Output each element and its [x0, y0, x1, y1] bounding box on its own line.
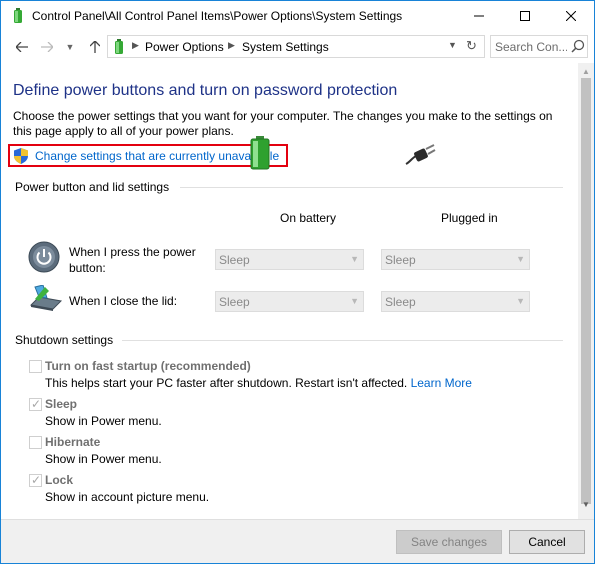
chevron-down-icon: ▼ [350, 254, 359, 264]
breadcrumb-power-options[interactable]: Power Options [145, 40, 224, 54]
power-options-window: Control Panel\All Control Panel Items\Po… [0, 0, 595, 564]
vertical-scrollbar[interactable]: ▲ ▼ [578, 63, 594, 519]
breadcrumb-system-settings[interactable]: System Settings [242, 40, 329, 54]
lid-on-battery-select[interactable]: Sleep ▼ [215, 291, 364, 312]
checkmark-icon: ✓ [31, 473, 42, 487]
footer-bar: Save changes Cancel [1, 519, 594, 563]
on-battery-header: On battery [280, 211, 337, 225]
window-title: Control Panel\All Control Panel Items\Po… [32, 9, 403, 23]
select-value: Sleep [385, 295, 416, 309]
maximize-icon [520, 11, 530, 21]
breadcrumb-separator-icon[interactable]: ▶ [132, 40, 139, 51]
scroll-up-icon[interactable]: ▲ [582, 67, 590, 76]
page-description: Choose the power settings that you want … [13, 109, 553, 138]
back-arrow-icon [16, 42, 28, 52]
chevron-down-icon: ▼ [516, 296, 525, 306]
power-button-plugged-in-select[interactable]: Sleep ▼ [381, 249, 530, 270]
checkmark-icon: ✓ [31, 397, 42, 411]
power-button-on-battery-select[interactable]: Sleep ▼ [215, 249, 364, 270]
back-button[interactable] [14, 39, 30, 55]
change-settings-link[interactable]: Change settings that are currently unava… [35, 149, 279, 163]
up-button[interactable] [87, 39, 103, 55]
power-options-icon [14, 8, 22, 23]
forward-arrow-icon [41, 42, 53, 52]
hibernate-description: Show in Power menu. [45, 452, 162, 466]
sleep-checkbox[interactable]: ✓ [29, 397, 42, 411]
cancel-button[interactable]: Cancel [509, 530, 585, 554]
battery-icon [250, 136, 270, 170]
plugged-in-header: Plugged in [441, 211, 498, 225]
power-options-icon [115, 39, 123, 54]
save-changes-button[interactable]: Save changes [396, 530, 502, 554]
select-value: Sleep [385, 253, 416, 267]
minimize-button[interactable] [456, 1, 502, 31]
sleep-label: Sleep [45, 397, 78, 411]
hibernate-checkbox[interactable] [29, 436, 42, 449]
main-content: Define power buttons and turn on passwor… [2, 63, 577, 519]
maximize-button[interactable] [502, 1, 548, 31]
minimize-icon [474, 15, 484, 17]
up-arrow-icon [90, 41, 100, 53]
lock-label: Lock [45, 473, 74, 487]
change-settings-highlight: Change settings that are currently unava… [8, 144, 288, 167]
shutdown-group-label: Shutdown settings [15, 333, 114, 347]
learn-more-link[interactable]: Learn More [411, 376, 472, 390]
chevron-down-icon: ▼ [516, 254, 525, 264]
scroll-down-icon[interactable]: ▼ [582, 500, 590, 509]
fast-startup-label: Turn on fast startup (recommended) [45, 359, 251, 373]
address-dropdown-icon[interactable]: ▼ [448, 40, 457, 50]
page-title: Define power buttons and turn on passwor… [13, 82, 398, 99]
scrollbar-thumb[interactable] [581, 78, 591, 504]
group-divider [122, 340, 563, 341]
recent-locations-button[interactable]: ▼ [62, 39, 78, 55]
laptop-lid-icon [29, 285, 63, 311]
address-box[interactable]: ▶ Power Options ▶ System Settings ▼ ↻ [107, 35, 485, 58]
fast-startup-description: This helps start your PC faster after sh… [45, 376, 472, 390]
lock-checkbox[interactable]: ✓ [29, 473, 42, 487]
select-value: Sleep [219, 253, 250, 267]
lid-plugged-in-select[interactable]: Sleep ▼ [381, 291, 530, 312]
select-value: Sleep [219, 295, 250, 309]
navigation-bar: ▼ ▶ Power Options ▶ System Settings ▼ ↻ [1, 31, 594, 63]
sleep-description: Show in Power menu. [45, 414, 162, 428]
lock-description: Show in account picture menu. [45, 490, 210, 504]
close-icon [566, 11, 576, 21]
lid-row-label: When I close the lid: [69, 294, 178, 308]
chevron-down-icon: ▼ [65, 42, 75, 52]
breadcrumb-separator-icon[interactable]: ▶ [228, 40, 235, 51]
plug-icon [405, 144, 436, 165]
fast-startup-desc-text: This helps start your PC faster after sh… [45, 376, 408, 390]
search-box[interactable] [490, 35, 588, 58]
forward-button[interactable] [39, 39, 55, 55]
hibernate-label: Hibernate [45, 435, 101, 449]
power-button-row-label: When I press the power button: [69, 245, 196, 275]
power-button-icon [28, 241, 60, 273]
refresh-icon[interactable]: ↻ [466, 38, 477, 54]
close-button[interactable] [548, 1, 594, 31]
group-divider [180, 187, 563, 188]
title-bar[interactable]: Control Panel\All Control Panel Items\Po… [1, 1, 594, 31]
uac-shield-icon [14, 148, 28, 164]
search-icon[interactable] [571, 39, 585, 53]
fast-startup-checkbox[interactable] [29, 360, 42, 373]
power-button-group-label: Power button and lid settings [15, 180, 170, 194]
chevron-down-icon: ▼ [350, 296, 359, 306]
search-input[interactable] [495, 39, 567, 55]
